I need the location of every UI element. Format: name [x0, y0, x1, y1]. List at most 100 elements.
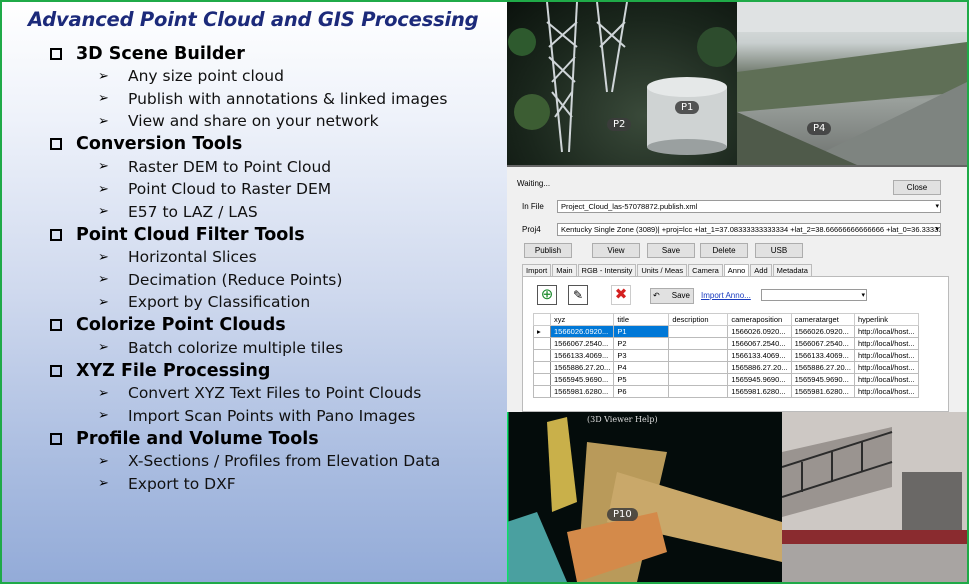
- tab-main[interactable]: Main: [552, 264, 577, 276]
- close-button[interactable]: Close: [893, 180, 941, 195]
- row-header[interactable]: [533, 337, 551, 350]
- usb-button[interactable]: USB: [755, 243, 803, 258]
- table-cell[interactable]: P5: [613, 373, 670, 386]
- table-cell[interactable]: http://local/host...: [853, 385, 919, 398]
- column-header[interactable]: xyz: [549, 313, 615, 326]
- table-cell[interactable]: [668, 361, 729, 374]
- tab-anno[interactable]: Anno: [723, 264, 750, 276]
- table-cell[interactable]: 1565945.9690...: [727, 373, 792, 386]
- annotation-tag-p1[interactable]: P1: [675, 101, 700, 114]
- table-row[interactable]: 1565981.6280... P6 1565981.6280... 1565981.…: [533, 385, 919, 398]
- viewer-help-label[interactable]: (3D Viewer Help): [587, 415, 658, 424]
- section-title: XYZ File Processing: [76, 360, 271, 381]
- row-header[interactable]: [533, 361, 551, 374]
- table-cell[interactable]: 1566133.4069...: [727, 349, 792, 362]
- row-header[interactable]: [533, 385, 551, 398]
- building-scene: [507, 412, 782, 582]
- table-cell[interactable]: P4: [613, 361, 670, 374]
- arrow-bullet-icon: ➢: [98, 476, 109, 492]
- table-cell[interactable]: [668, 325, 729, 338]
- column-header[interactable]: title: [613, 313, 670, 326]
- delete-icon[interactable]: ✖: [611, 285, 631, 305]
- tab-camera[interactable]: Camera: [688, 264, 723, 276]
- table-cell[interactable]: 1565981.6280...: [549, 385, 615, 398]
- annotation-tag-p10[interactable]: P10: [607, 508, 638, 521]
- tab-add[interactable]: Add: [750, 264, 772, 276]
- table-row[interactable]: 1565945.9690... P5 1565945.9690... 1565945.…: [533, 373, 919, 386]
- view-button[interactable]: View: [592, 243, 640, 258]
- publish-button[interactable]: Publish: [524, 243, 572, 258]
- table-cell[interactable]: P2: [613, 337, 670, 350]
- table-body: ▸ 1566026.0920... P1 1566026.0920... 1566026…: [533, 325, 919, 398]
- edit-icon[interactable]: ✎: [568, 285, 588, 305]
- delete-button[interactable]: Delete: [700, 243, 748, 258]
- tab-metadata[interactable]: Metadata: [772, 264, 812, 276]
- table-cell[interactable]: 1566067.2540...: [549, 337, 615, 350]
- table-cell[interactable]: http://local/host...: [853, 325, 919, 338]
- table-cell[interactable]: [668, 337, 729, 350]
- list-item-label: Horizontal Slices: [128, 248, 257, 267]
- table-cell[interactable]: [668, 373, 729, 386]
- table-cell[interactable]: P6: [613, 385, 670, 398]
- row-pointer-icon[interactable]: ▸: [533, 325, 551, 338]
- table-cell[interactable]: 1566026.0920...: [727, 325, 792, 338]
- tab-units-meas[interactable]: Units / Meas: [637, 264, 688, 276]
- table-cell[interactable]: 1565945.9690...: [549, 373, 615, 386]
- list-item: ➢ View and share on your network: [50, 110, 500, 133]
- add-icon[interactable]: ⊕: [537, 285, 557, 305]
- table-cell[interactable]: [668, 349, 729, 362]
- arrow-bullet-icon: ➢: [98, 91, 109, 107]
- row-header[interactable]: [533, 373, 551, 386]
- table-cell[interactable]: 1565886.27.20...: [549, 361, 615, 374]
- list-item: ➢ Horizontal Slices: [50, 246, 500, 269]
- table-cell[interactable]: 1566026.0920...: [549, 325, 615, 338]
- import-anno-link[interactable]: Import Anno...: [701, 291, 751, 300]
- section-header: Point Cloud Filter Tools: [50, 223, 500, 246]
- arrow-bullet-icon: ➢: [98, 272, 109, 288]
- anno-save-button[interactable]: ↶ Save: [650, 288, 694, 304]
- row-header[interactable]: [533, 349, 551, 362]
- table-cell[interactable]: http://local/host...: [853, 373, 919, 386]
- table-row[interactable]: 1566133.4069... P3 1566133.4069... 1566133.…: [533, 349, 919, 362]
- tab-import[interactable]: Import: [522, 264, 552, 276]
- arrow-bullet-icon: ➢: [98, 68, 109, 84]
- save-button[interactable]: Save: [647, 243, 695, 258]
- column-header[interactable]: cameraposition: [727, 313, 792, 326]
- table-row[interactable]: ▸ 1566026.0920... P1 1566026.0920... 1566026…: [533, 325, 919, 338]
- table-cell[interactable]: http://local/host...: [853, 337, 919, 350]
- table-cell[interactable]: http://local/host...: [853, 349, 919, 362]
- column-header[interactable]: cameratarget: [790, 313, 855, 326]
- tab-rgb-intensity[interactable]: RGB - Intensity: [577, 264, 637, 276]
- table-cell[interactable]: 1565981.6280...: [727, 385, 792, 398]
- table-cell[interactable]: 1566026.0920...: [790, 325, 855, 338]
- table-cell[interactable]: P3: [613, 349, 670, 362]
- table-cell[interactable]: 1565886.27.20...: [727, 361, 792, 374]
- chevron-down-icon: ▾: [861, 292, 865, 299]
- proj-field[interactable]: Kentucky Single Zone (3089)| +proj=lcc +…: [557, 223, 941, 236]
- table-cell[interactable]: 1565886.27.20...: [790, 361, 855, 374]
- building-point-cloud-image: (3D Viewer Help) P10: [507, 412, 782, 582]
- column-header[interactable]: hyperlink: [853, 313, 919, 326]
- infile-field[interactable]: Project_Cloud_las-57078872.publish.xml ▾: [557, 200, 941, 213]
- table-row[interactable]: 1566067.2540... P2 1566067.2540... 1566067.…: [533, 337, 919, 350]
- proj-value: Kentucky Single Zone (3089)| +proj=lcc +…: [561, 225, 941, 234]
- section-title: Colorize Point Clouds: [76, 315, 286, 335]
- table-cell[interactable]: 1566067.2540...: [727, 337, 792, 350]
- list-item-label: Point Cloud to Raster DEM: [128, 180, 332, 199]
- anno-dropdown[interactable]: ▾: [761, 289, 867, 301]
- table-header: xyz title description cameraposition camerat…: [533, 313, 919, 326]
- table-cell[interactable]: 1566133.4069...: [549, 349, 615, 362]
- column-header[interactable]: description: [668, 313, 729, 326]
- table-cell[interactable]: [668, 385, 729, 398]
- annotation-tag-p2[interactable]: P2: [607, 118, 632, 131]
- stairwell-scene: [782, 412, 967, 582]
- table-row[interactable]: 1565886.27.20... P4 1565886.27.20... 156588…: [533, 361, 919, 374]
- table-cell[interactable]: 1565981.6280...: [790, 385, 855, 398]
- table-cell[interactable]: P1: [613, 325, 670, 338]
- checkbox-bullet-icon: [50, 228, 62, 241]
- table-cell[interactable]: 1566067.2540...: [790, 337, 855, 350]
- table-cell[interactable]: 1566133.4069...: [790, 349, 855, 362]
- table-cell[interactable]: 1565945.9690...: [790, 373, 855, 386]
- table-cell[interactable]: http://local/host...: [853, 361, 919, 374]
- annotation-tag-p4[interactable]: P4: [807, 122, 832, 135]
